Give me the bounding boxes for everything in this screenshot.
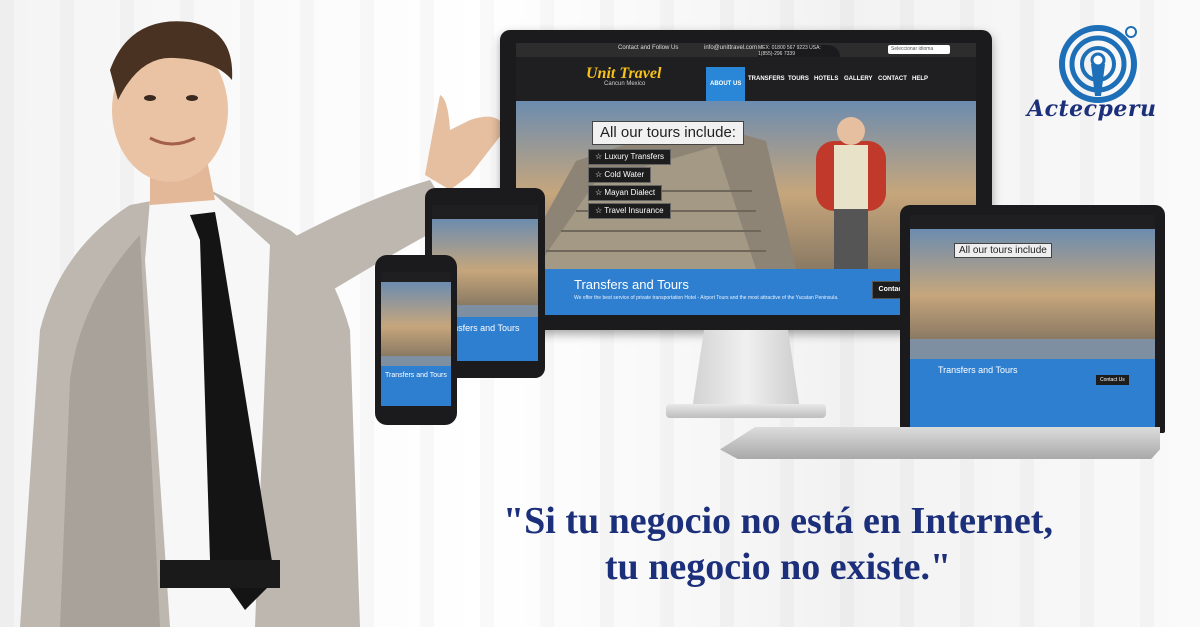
nav-about-us[interactable]: ABOUT US bbox=[706, 67, 746, 101]
band-text: We offer the best service of private tra… bbox=[574, 295, 839, 301]
quote-line-1: "Si tu negocio no está en Internet, bbox=[503, 500, 1053, 542]
phone-hero bbox=[381, 282, 451, 356]
tour-item: Cold Water bbox=[588, 167, 652, 183]
laptop-screen: All our tours include Transfers and Tour… bbox=[910, 215, 1155, 427]
nav-hotels[interactable]: HOTELS bbox=[810, 71, 842, 87]
email-link[interactable]: info@unittravel.com bbox=[704, 45, 757, 51]
slogan-quote: "Si tu negocio no está en Internet, tu n… bbox=[378, 498, 1178, 590]
laptop-hero: All our tours include bbox=[910, 229, 1155, 340]
unit-travel-logo[interactable]: Unit Travel Cancun Mexico bbox=[586, 65, 661, 87]
nav-gallery[interactable]: GALLERY bbox=[840, 71, 876, 87]
laptop-band: Transfers and Tours Contact Us bbox=[910, 359, 1155, 427]
website-navbar: Unit Travel Cancun Mexico ABOUT US TRANS… bbox=[516, 57, 976, 101]
nav-contact[interactable]: CONTACT bbox=[874, 71, 911, 87]
laptop-navbar bbox=[910, 215, 1155, 229]
phone-band: Transfers and Tours bbox=[381, 365, 451, 406]
brand-name: Unit Travel bbox=[586, 65, 662, 82]
band-title: Transfers and Tours bbox=[574, 277, 689, 292]
phone-band-title: Transfers and Tours bbox=[385, 371, 447, 379]
laptop-hero-title: All our tours include bbox=[954, 243, 1052, 258]
follow-text: Contact and Follow Us bbox=[618, 45, 679, 51]
laptop-band-title: Transfers and Tours bbox=[938, 365, 1018, 376]
nav-tours[interactable]: TOURS bbox=[784, 71, 813, 87]
tour-item: Mayan Dialect bbox=[588, 185, 663, 201]
tour-item: Luxury Transfers bbox=[588, 149, 671, 165]
monitor-stand bbox=[692, 330, 800, 410]
website-topbar: Contact and Follow Us info@unittravel.co… bbox=[516, 43, 976, 215]
language-select[interactable]: Seleccionar idioma bbox=[888, 45, 950, 54]
monitor-stand-base bbox=[666, 404, 826, 418]
tablet-navbar bbox=[432, 205, 538, 219]
nav-transfers[interactable]: TRANSFERS bbox=[744, 71, 789, 87]
laptop-keyboard-base bbox=[720, 427, 1160, 459]
quote-line-2: tu negocio no existe." bbox=[604, 546, 952, 588]
logo-text: Actecperu bbox=[1027, 96, 1157, 122]
nav-help[interactable]: HELP bbox=[908, 71, 932, 87]
phone-screen: Transfers and Tours bbox=[381, 272, 451, 406]
hero-title: All our tours include: bbox=[592, 121, 744, 145]
laptop-contact-button[interactable]: Contact Us bbox=[1096, 375, 1129, 386]
tour-item: Travel Insurance bbox=[588, 203, 671, 219]
phone-navbar bbox=[381, 272, 451, 282]
